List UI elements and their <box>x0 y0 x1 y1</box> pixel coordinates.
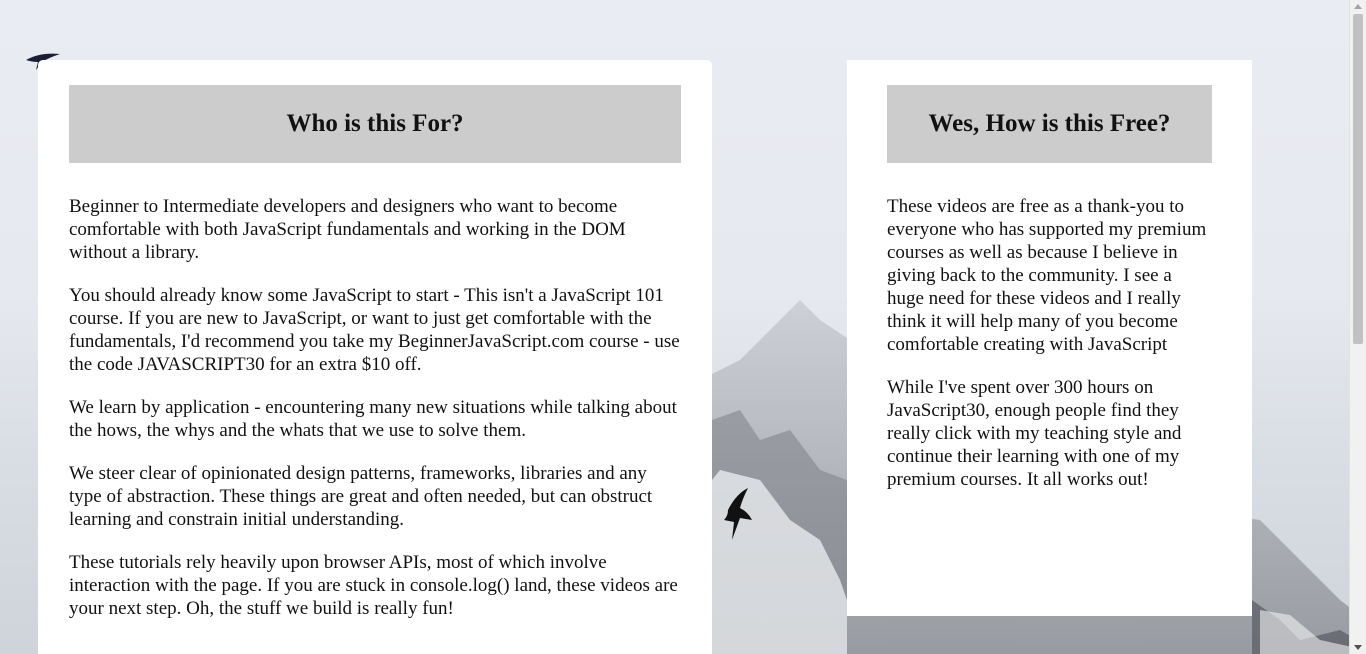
who-is-this-for-card: Who is this For? Beginner to Intermediat… <box>38 60 712 654</box>
scrollbar-thumb[interactable] <box>1353 14 1363 344</box>
who-is-this-for-heading: Who is this For? <box>69 85 681 163</box>
scroll-up-arrow-icon[interactable] <box>1354 4 1362 9</box>
left-paragraph: Beginner to Intermediate developers and … <box>69 196 626 263</box>
left-paragraph: You should already know some JavaScript … <box>69 285 680 375</box>
right-paragraph: These videos are free as a thank-you to … <box>887 196 1207 355</box>
how-is-this-free-card: Wes, How is this Free? These videos are … <box>847 60 1252 616</box>
left-paragraph: We steer clear of opinionated design pat… <box>69 463 653 530</box>
vertical-scrollbar[interactable] <box>1349 0 1366 654</box>
left-paragraph: We learn by application - encountering m… <box>69 397 677 441</box>
scroll-down-arrow-icon[interactable] <box>1354 645 1362 650</box>
right-paragraph: While I've spent over 300 hours on JavaS… <box>887 377 1182 490</box>
left-paragraph: These tutorials rely heavily upon browse… <box>69 552 678 619</box>
how-is-this-free-heading: Wes, How is this Free? <box>887 85 1212 163</box>
